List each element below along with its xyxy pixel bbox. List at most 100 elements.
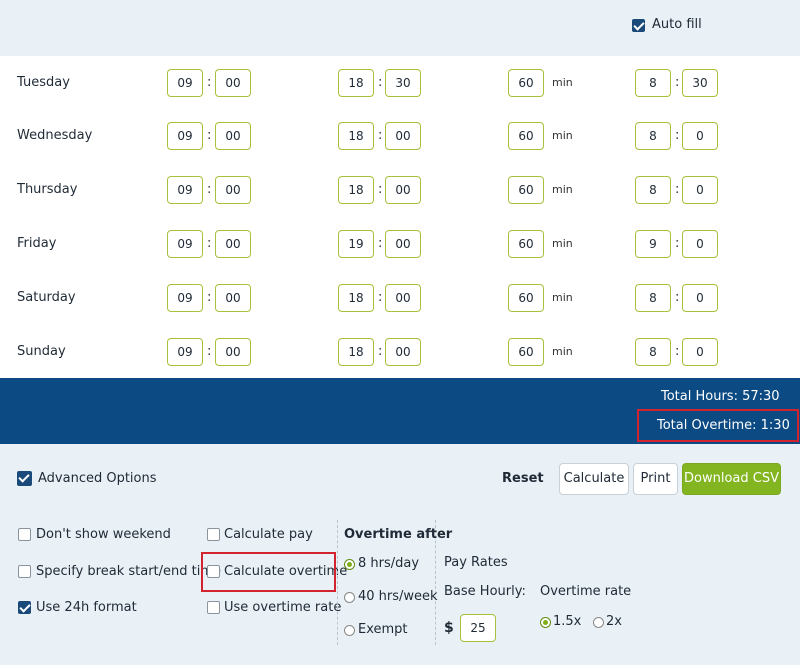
- time-separator: :: [378, 290, 383, 305]
- calculate-overtime-highlight: [201, 552, 336, 592]
- total-minute-input[interactable]: 0: [682, 176, 718, 204]
- autofill-checkbox[interactable]: [632, 19, 645, 32]
- day-label: Tuesday: [17, 75, 70, 90]
- total-minute-input[interactable]: 0: [682, 284, 718, 312]
- use-24h-checkbox[interactable]: [18, 601, 31, 614]
- overtime-8hrs-radio[interactable]: [344, 559, 355, 570]
- total-hour-input[interactable]: 8: [635, 338, 671, 366]
- end-minute-input[interactable]: 00: [385, 122, 421, 150]
- start-minute-input[interactable]: 00: [215, 338, 251, 366]
- break-unit-label: min: [552, 291, 573, 304]
- end-hour-input[interactable]: 18: [338, 69, 374, 97]
- day-label: Saturday: [17, 290, 76, 305]
- end-hour-input[interactable]: 18: [338, 338, 374, 366]
- start-hour-input[interactable]: 09: [167, 176, 203, 204]
- time-separator: :: [207, 236, 212, 251]
- start-minute-input[interactable]: 00: [215, 176, 251, 204]
- time-separator: :: [378, 128, 383, 143]
- time-separator: :: [378, 344, 383, 359]
- time-separator: :: [675, 290, 680, 305]
- total-hour-input[interactable]: 9: [635, 230, 671, 258]
- overtime-rate-label: Overtime rate: [540, 584, 632, 599]
- break-unit-label: min: [552, 237, 573, 250]
- end-minute-input[interactable]: 30: [385, 69, 421, 97]
- total-minute-input[interactable]: 30: [682, 69, 718, 97]
- advanced-options-checkbox[interactable]: [17, 471, 32, 486]
- time-separator: :: [207, 182, 212, 197]
- break-minutes-input[interactable]: 60: [508, 176, 544, 204]
- total-hour-input[interactable]: 8: [635, 122, 671, 150]
- base-hourly-label: Base Hourly:: [444, 584, 526, 599]
- start-minute-input[interactable]: 00: [215, 230, 251, 258]
- time-separator: :: [675, 128, 680, 143]
- total-minute-input[interactable]: 0: [682, 122, 718, 150]
- base-hourly-input[interactable]: 25: [460, 614, 496, 642]
- rate-1-5x-radio[interactable]: [540, 617, 551, 628]
- total-hour-input[interactable]: 8: [635, 284, 671, 312]
- day-label: Wednesday: [17, 128, 93, 143]
- time-separator: :: [207, 128, 212, 143]
- pay-rates-title: Pay Rates: [444, 555, 508, 570]
- end-minute-input[interactable]: 00: [385, 230, 421, 258]
- break-unit-label: min: [552, 183, 573, 196]
- end-hour-input[interactable]: 19: [338, 230, 374, 258]
- total-hour-input[interactable]: 8: [635, 176, 671, 204]
- start-minute-input[interactable]: 00: [215, 122, 251, 150]
- end-hour-input[interactable]: 18: [338, 122, 374, 150]
- start-hour-input[interactable]: 09: [167, 69, 203, 97]
- calculate-pay-label: Calculate pay: [224, 527, 313, 542]
- total-overtime-highlight: [637, 409, 799, 442]
- dont-show-weekend-checkbox[interactable]: [18, 528, 31, 541]
- time-separator: :: [207, 344, 212, 359]
- print-button[interactable]: Print: [633, 463, 678, 495]
- break-minutes-input[interactable]: 60: [508, 69, 544, 97]
- break-minutes-input[interactable]: 60: [508, 230, 544, 258]
- end-minute-input[interactable]: 00: [385, 176, 421, 204]
- start-hour-input[interactable]: 09: [167, 230, 203, 258]
- start-hour-input[interactable]: 09: [167, 122, 203, 150]
- dont-show-weekend-label: Don't show weekend: [36, 527, 171, 542]
- total-minute-input[interactable]: 0: [682, 230, 718, 258]
- end-hour-input[interactable]: 18: [338, 284, 374, 312]
- break-minutes-input[interactable]: 60: [508, 284, 544, 312]
- specify-break-label: Specify break start/end time: [36, 564, 222, 579]
- start-hour-input[interactable]: 09: [167, 338, 203, 366]
- time-separator: :: [378, 75, 383, 90]
- rate-2x-radio[interactable]: [593, 617, 604, 628]
- time-separator: :: [675, 75, 680, 90]
- autofill-label: Auto fill: [652, 17, 702, 32]
- overtime-exempt-label: Exempt: [358, 622, 408, 637]
- time-separator: :: [378, 182, 383, 197]
- use-24h-label: Use 24h format: [36, 600, 137, 615]
- total-hour-input[interactable]: 8: [635, 69, 671, 97]
- divider: [337, 520, 338, 645]
- overtime-exempt-radio[interactable]: [344, 625, 355, 636]
- rate-1-5x-label: 1.5x: [553, 614, 582, 629]
- overtime-after-title: Overtime after: [344, 527, 453, 542]
- overtime-40hrs-radio[interactable]: [344, 592, 355, 603]
- start-minute-input[interactable]: 00: [215, 69, 251, 97]
- end-hour-input[interactable]: 18: [338, 176, 374, 204]
- calculate-button[interactable]: Calculate: [559, 463, 629, 495]
- time-separator: :: [675, 344, 680, 359]
- start-hour-input[interactable]: 09: [167, 284, 203, 312]
- day-label: Friday: [17, 236, 57, 251]
- break-unit-label: min: [552, 345, 573, 358]
- end-minute-input[interactable]: 00: [385, 338, 421, 366]
- download-csv-button[interactable]: Download CSV: [682, 463, 781, 495]
- time-separator: :: [207, 75, 212, 90]
- use-overtime-rate-label: Use overtime rate: [224, 600, 342, 615]
- day-label: Thursday: [17, 182, 78, 197]
- reset-button[interactable]: Reset: [502, 471, 544, 487]
- time-separator: :: [207, 290, 212, 305]
- start-minute-input[interactable]: 00: [215, 284, 251, 312]
- end-minute-input[interactable]: 00: [385, 284, 421, 312]
- advanced-options-label: Advanced Options: [38, 471, 157, 486]
- total-minute-input[interactable]: 0: [682, 338, 718, 366]
- break-minutes-input[interactable]: 60: [508, 122, 544, 150]
- break-unit-label: min: [552, 129, 573, 142]
- specify-break-checkbox[interactable]: [18, 565, 31, 578]
- use-overtime-rate-checkbox[interactable]: [207, 601, 220, 614]
- calculate-pay-checkbox[interactable]: [207, 528, 220, 541]
- break-minutes-input[interactable]: 60: [508, 338, 544, 366]
